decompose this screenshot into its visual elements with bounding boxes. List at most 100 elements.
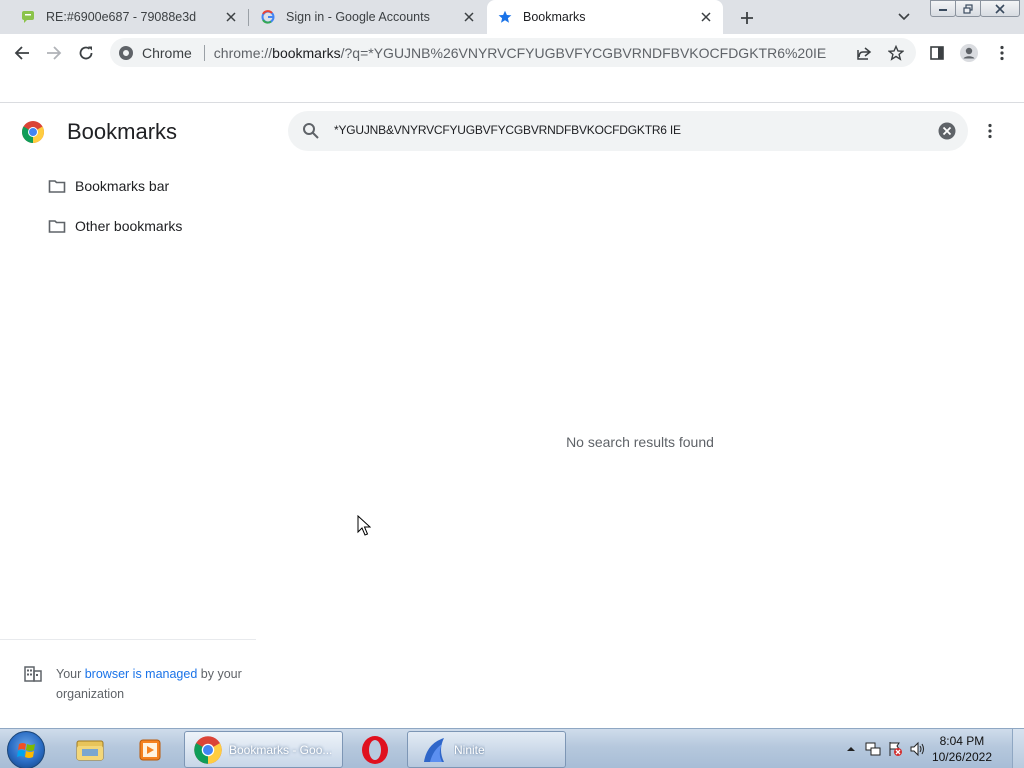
taskbar-item-label: Ninite (454, 742, 485, 757)
folder-label: Other bookmarks (75, 218, 183, 234)
media-player-icon (139, 739, 161, 760)
folder-bookmarks-bar[interactable]: Bookmarks bar (48, 175, 169, 197)
close-icon[interactable] (697, 8, 715, 26)
profile-icon (960, 44, 978, 62)
url-prefix: chrome:// (213, 44, 273, 61)
page-title: Bookmarks (67, 119, 178, 144)
close-icon (995, 3, 1005, 14)
explorer-icon (76, 740, 104, 760)
ninite-icon (424, 737, 444, 762)
taskbar-explorer[interactable] (70, 731, 110, 768)
building-icon (24, 665, 42, 683)
star-icon (497, 9, 513, 25)
start-button[interactable] (7, 731, 45, 768)
clear-icon (938, 122, 956, 140)
new-tab-button[interactable] (736, 7, 758, 29)
site-label: Chrome (142, 44, 192, 61)
page-header-divider (0, 102, 1024, 103)
show-desktop-button[interactable] (1012, 729, 1024, 768)
forward-arrow-icon (47, 46, 62, 60)
windows-logo-icon (17, 743, 35, 758)
system-tray: 8:04 PM 10/26/2022 (840, 729, 1024, 768)
address-divider (203, 44, 205, 61)
bookmark-star-button[interactable] (880, 40, 912, 65)
tab-title: Bookmarks (523, 10, 586, 24)
search-input[interactable]: *YGUJNB&VNYRVCFYUGBVFYCGBVRNDFBVKOCFDGKT… (334, 123, 681, 137)
close-icon[interactable] (460, 8, 478, 26)
tab-search-button[interactable] (894, 8, 914, 26)
volume-icon[interactable] (909, 741, 925, 757)
opera-icon (362, 735, 388, 764)
window-controls (930, 0, 1024, 17)
search-icon (302, 122, 320, 140)
folder-other-bookmarks[interactable]: Other bookmarks (48, 215, 182, 237)
clear-search-button[interactable] (938, 122, 956, 140)
managed-prefix: Your (56, 667, 85, 681)
windows-taskbar: Bookmarks - Goo... Ninite 8:04 PM 10/26/… (0, 728, 1024, 768)
google-g-icon (260, 9, 276, 25)
restore-button[interactable] (955, 0, 981, 17)
minimize-button[interactable] (930, 0, 956, 17)
chrome-icon (194, 735, 222, 764)
star-outline-icon (888, 44, 904, 61)
plus-icon (741, 12, 753, 24)
show-hidden-icons-button[interactable] (843, 741, 859, 757)
chrome-menu-button[interactable] (988, 39, 1016, 67)
taskbar-opera[interactable] (355, 731, 395, 768)
back-button[interactable] (8, 39, 36, 67)
managed-link[interactable]: browser is managed (85, 667, 198, 681)
browser-toolbar: Chrome chrome://bookmarks/?q=*YGUJNB%26V… (0, 34, 1024, 71)
tab-separator (248, 9, 249, 26)
tab-title: Sign in - Google Accounts (286, 10, 430, 24)
share-icon (857, 46, 872, 60)
folder-label: Bookmarks bar (75, 178, 170, 194)
bookmarks-search-field[interactable]: *YGUJNB&VNYRVCFYUGBVFYCGBVRNDFBVKOCFDGKT… (288, 111, 968, 151)
window-close-button[interactable] (980, 0, 1020, 17)
managed-notice: Your browser is managed by your organiza… (56, 664, 246, 704)
taskbar-clock[interactable]: 8:04 PM 10/26/2022 (932, 733, 992, 765)
tab-bookmarks[interactable]: Bookmarks (487, 0, 723, 34)
share-button[interactable] (848, 40, 880, 65)
chevron-down-icon (898, 13, 910, 21)
reload-button[interactable] (72, 39, 100, 67)
screen: { "browser": { "tabs": [ {"title": "RE:#… (0, 0, 1024, 768)
close-icon[interactable] (222, 8, 240, 26)
empty-results-message: No search results found (566, 434, 714, 450)
url-host: bookmarks (272, 44, 341, 61)
folder-icon (48, 178, 66, 194)
tab-message[interactable]: RE:#6900e687 - 79088e3d (12, 0, 248, 34)
message-icon (20, 9, 36, 25)
restore-icon (963, 3, 973, 14)
sidebar-divider (0, 639, 256, 640)
clock-date: 10/26/2022 (931, 750, 992, 764)
network-icon[interactable] (865, 741, 881, 757)
back-arrow-icon (14, 46, 29, 60)
address-actions (848, 40, 912, 65)
taskbar-media-player[interactable] (130, 731, 170, 768)
action-center-icon[interactable] (887, 741, 903, 757)
reload-icon (79, 46, 93, 60)
address-bar[interactable]: Chrome chrome://bookmarks/?q=*YGUJNB%26V… (110, 38, 916, 67)
tab-google-signin[interactable]: Sign in - Google Accounts (252, 0, 486, 34)
mouse-cursor-icon (357, 515, 371, 536)
tab-strip: RE:#6900e687 - 79088e3d Sign in - Google… (0, 0, 1024, 34)
chevron-up-icon (846, 747, 855, 751)
site-info[interactable]: Chrome (118, 45, 192, 61)
forward-button[interactable] (40, 39, 68, 67)
chrome-icon (118, 45, 134, 61)
taskbar-item-label: Bookmarks - Goo... (229, 742, 333, 757)
taskbar-chrome[interactable]: Bookmarks - Goo... (184, 731, 343, 768)
taskbar-ninite[interactable]: Ninite (407, 731, 566, 768)
folder-icon (48, 218, 66, 234)
more-vert-icon (1000, 45, 1004, 61)
side-panel-button[interactable] (923, 39, 951, 67)
url-rest: /?q=*YGUJNB%26VNYRVCFYUGBVFYCGBVRNDFBVKO… (340, 44, 827, 61)
side-panel-icon (930, 46, 944, 60)
url-text: chrome://bookmarks/?q=*YGUJNB%26VNYRVCFY… (214, 45, 826, 61)
tab-title: RE:#6900e687 - 79088e3d (46, 10, 197, 24)
organize-menu-button[interactable] (980, 120, 1000, 142)
more-vert-icon (988, 123, 992, 139)
profile-button[interactable] (955, 39, 983, 67)
minimize-icon (939, 8, 947, 11)
clock-time: 8:04 PM (939, 734, 985, 748)
